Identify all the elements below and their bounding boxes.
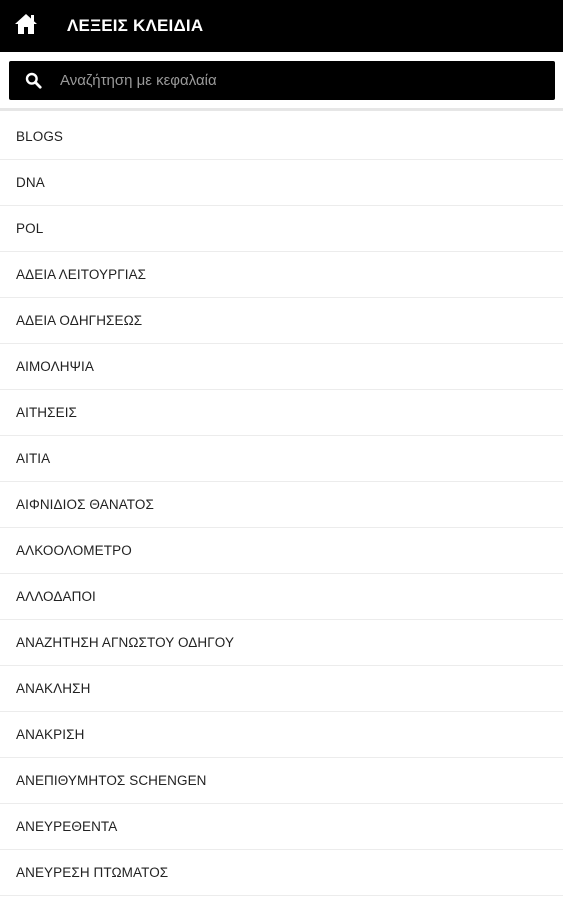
search-icon[interactable] (9, 61, 57, 100)
list-item[interactable]: POL (0, 206, 563, 252)
search-bar (9, 61, 555, 100)
list-item[interactable]: ΑΝΑΚΛΗΣΗ (0, 666, 563, 712)
list-item[interactable]: ΑΙΤΗΣΕΙΣ (0, 390, 563, 436)
list-item[interactable]: ΑΛΚΟΟΛΟΜΕΤΡΟ (0, 528, 563, 574)
home-icon (14, 13, 38, 40)
list-item[interactable]: ΑΝΕΠΙΘΥΜΗΤΟΣ SCHENGEN (0, 758, 563, 804)
list-item[interactable]: ΑΝΕΥΡΕΘΕΝΤΑ (0, 804, 563, 850)
keyword-list: BLOGS DNA POL ΑΔΕΙΑ ΛΕΙΤΟΥΡΓΙΑΣ ΑΔΕΙΑ ΟΔ… (0, 114, 563, 896)
list-item[interactable]: ΑΙΜΟΛΗΨΙΑ (0, 344, 563, 390)
list-item[interactable]: ΑΔΕΙΑ ΛΕΙΤΟΥΡΓΙΑΣ (0, 252, 563, 298)
app-bar: ΛΕΞΕΙΣ ΚΛΕΙΔΙΑ (0, 0, 563, 52)
list-item[interactable]: ΑΛΛΟΔΑΠΟΙ (0, 574, 563, 620)
list-item[interactable]: DNA (0, 160, 563, 206)
list-item[interactable]: ΑΝΑΚΡΙΣΗ (0, 712, 563, 758)
list-item[interactable]: ΑΙΤΙΑ (0, 436, 563, 482)
page-title: ΛΕΞΕΙΣ ΚΛΕΙΔΙΑ (67, 16, 204, 35)
list-item[interactable]: ΑΝΕΥΡΕΣΗ ΠΤΩΜΑΤΟΣ (0, 850, 563, 896)
list-item[interactable]: ΑΔΕΙΑ ΟΔΗΓΗΣΕΩΣ (0, 298, 563, 344)
list-item[interactable]: BLOGS (0, 114, 563, 160)
home-button[interactable] (0, 0, 52, 52)
list-divider (0, 108, 563, 111)
search-input[interactable] (57, 61, 555, 100)
list-item[interactable]: ΑΝΑΖΗΤΗΣΗ ΑΓΝΩΣΤΟΥ ΟΔΗΓΟΥ (0, 620, 563, 666)
list-item[interactable]: ΑΙΦΝΙΔΙΟΣ ΘΑΝΑΤΟΣ (0, 482, 563, 528)
